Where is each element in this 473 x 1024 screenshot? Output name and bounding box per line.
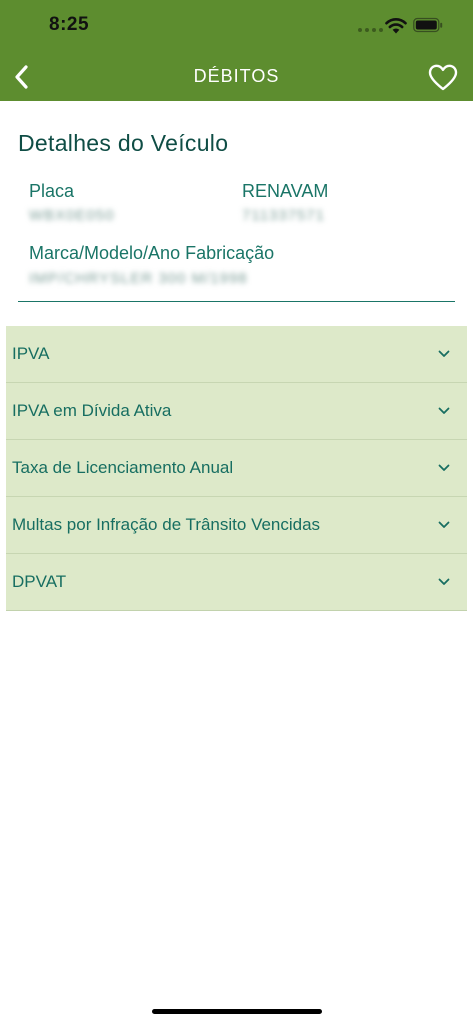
plate-label: Placa (29, 181, 75, 201)
favorite-button[interactable] (425, 60, 461, 94)
debts-accordion: IPVA IPVA em Dívida Ativa Taxa de Licenc… (6, 326, 467, 611)
accordion-item-label: DPVAT (12, 572, 67, 591)
renavam-value: 711337571 (242, 207, 325, 224)
chevron-down-icon (437, 520, 451, 530)
battery-icon (413, 17, 443, 33)
chevron-down-icon (437, 463, 451, 473)
signal-icon (358, 28, 383, 32)
accordion-item-ipva[interactable]: IPVA (6, 326, 467, 383)
page-title: DÉBITOS (193, 66, 280, 86)
chevron-down-icon (437, 577, 451, 587)
home-indicator[interactable] (152, 1009, 322, 1014)
details-divider (18, 301, 455, 302)
accordion-item-multas[interactable]: Multas por Infração de Trânsito Vencidas (6, 497, 467, 554)
renavam-label: RENAVAM (242, 181, 329, 201)
plate-value: WBX0E050 (29, 207, 115, 224)
chevron-down-icon (437, 406, 451, 416)
accordion-item-licenciamento[interactable]: Taxa de Licenciamento Anual (6, 440, 467, 497)
app-header: 8:25 DÉBITOS (0, 0, 473, 101)
status-time: 8:25 (49, 14, 90, 35)
vehicle-details-title: Detalhes do Veículo (18, 130, 229, 156)
wifi-icon (385, 18, 407, 34)
accordion-item-label: IPVA em Dívida Ativa (12, 401, 172, 420)
accordion-item-label: Multas por Infração de Trânsito Vencidas (12, 515, 321, 534)
accordion-item-ipva-divida-ativa[interactable]: IPVA em Dívida Ativa (6, 383, 467, 440)
accordion-item-dpvat[interactable]: DPVAT (6, 554, 467, 611)
model-value: IMP/CHRYSLER 300 M/1998 (29, 270, 248, 287)
model-label: Marca/Modelo/Ano Fabricação (29, 243, 275, 263)
screen: 8:25 DÉBITOS Detalhes do Veículo Placa W… (0, 0, 473, 1024)
accordion-item-label: IPVA (12, 344, 50, 363)
heart-outline-icon (428, 64, 458, 90)
chevron-down-icon (437, 349, 451, 359)
accordion-item-label: Taxa de Licenciamento Anual (12, 458, 234, 477)
